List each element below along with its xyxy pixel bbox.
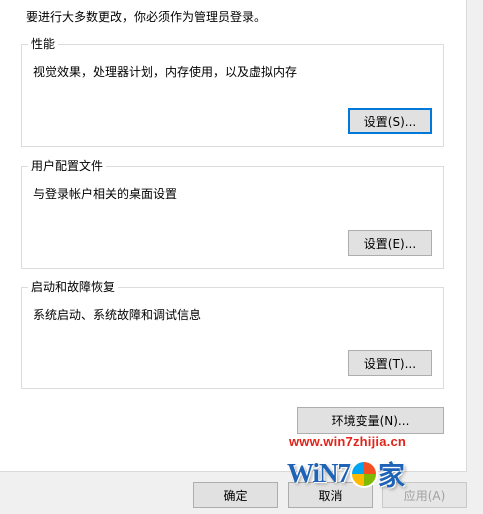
user-profiles-settings-button[interactable]: 设置(E)... — [348, 230, 432, 256]
ok-button[interactable]: 确定 — [193, 482, 278, 508]
performance-title: 性能 — [28, 36, 59, 52]
user-profiles-title: 用户配置文件 — [28, 158, 107, 174]
performance-group: 性能 视觉效果，处理器计划，内存使用，以及虚拟内存 设置(S)... — [21, 36, 444, 147]
startup-recovery-settings-button[interactable]: 设置(T)... — [348, 350, 432, 376]
startup-recovery-group: 启动和故障恢复 系统启动、系统故障和调试信息 设置(T)... — [21, 279, 444, 389]
startup-recovery-description: 系统启动、系统故障和调试信息 — [33, 308, 202, 322]
user-profiles-description: 与登录帐户相关的桌面设置 — [33, 187, 178, 201]
performance-description: 视觉效果，处理器计划，内存使用，以及虚拟内存 — [33, 65, 298, 79]
performance-settings-button[interactable]: 设置(S)... — [348, 108, 432, 134]
admin-note: 要进行大多数更改，你必须作为管理员登录。 — [26, 10, 267, 24]
user-profiles-group: 用户配置文件 与登录帐户相关的桌面设置 设置(E)... — [21, 158, 444, 269]
apply-button[interactable]: 应用(A) — [382, 482, 467, 508]
dialog-panel: 要进行大多数更改，你必须作为管理员登录。 性能 视觉效果，处理器计划，内存使用，… — [0, 0, 467, 472]
cancel-button[interactable]: 取消 — [288, 482, 373, 508]
environment-variables-button[interactable]: 环境变量(N)... — [297, 407, 444, 434]
startup-recovery-title: 启动和故障恢复 — [28, 279, 119, 295]
